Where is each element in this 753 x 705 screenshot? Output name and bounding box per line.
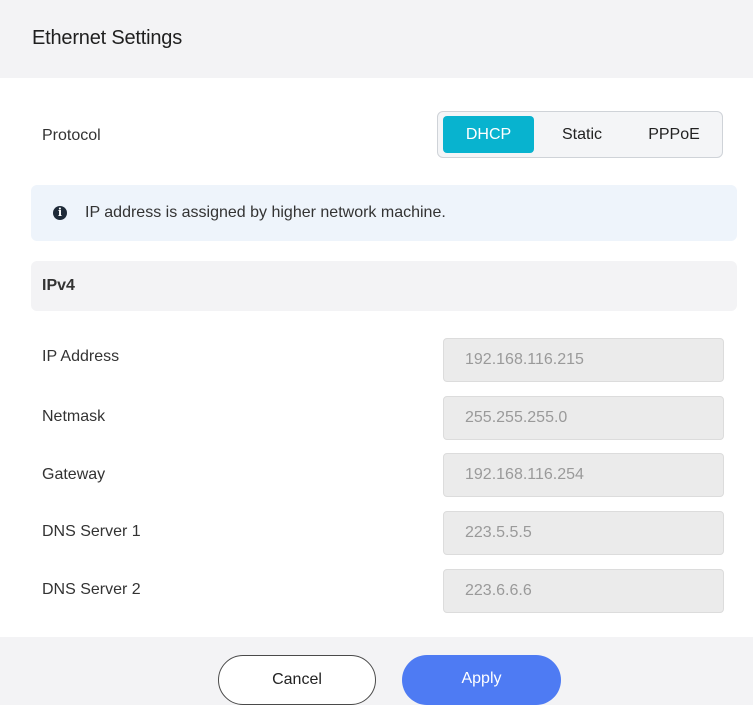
netmask-label: Netmask (42, 408, 106, 425)
ethernet-settings-dialog: Ethernet Settings Protocol DHCP Static P… (0, 0, 753, 705)
dialog-header: Ethernet Settings (0, 0, 753, 78)
gateway-label: Gateway (42, 466, 106, 483)
protocol-segmented-control: DHCP Static PPPoE (437, 111, 723, 158)
protocol-option-static[interactable]: Static (542, 116, 622, 153)
netmask-field[interactable] (443, 396, 724, 440)
protocol-option-pppoe[interactable]: PPPoE (630, 116, 718, 153)
ipv4-section-header: IPv4 (31, 261, 737, 311)
protocol-label: Protocol (42, 127, 101, 144)
dns-server-2-field[interactable] (443, 569, 724, 613)
dialog-footer: Cancel Apply (0, 637, 753, 705)
dns-server-1-field[interactable] (443, 511, 724, 555)
gateway-field[interactable] (443, 453, 724, 497)
dns-server-2-label: DNS Server 2 (42, 581, 141, 598)
info-banner: i IP address is assigned by higher netwo… (31, 185, 737, 241)
dialog-title: Ethernet Settings (32, 27, 183, 49)
apply-button[interactable]: Apply (402, 655, 561, 705)
ipv4-section-title: IPv4 (42, 277, 75, 294)
info-message: IP address is assigned by higher network… (85, 204, 446, 221)
ip-address-label: IP Address (42, 348, 120, 365)
cancel-button[interactable]: Cancel (218, 655, 376, 705)
info-icon: i (53, 206, 67, 220)
dns-server-1-label: DNS Server 1 (42, 523, 141, 540)
ip-address-field[interactable] (443, 338, 724, 382)
protocol-option-dhcp[interactable]: DHCP (443, 116, 534, 153)
